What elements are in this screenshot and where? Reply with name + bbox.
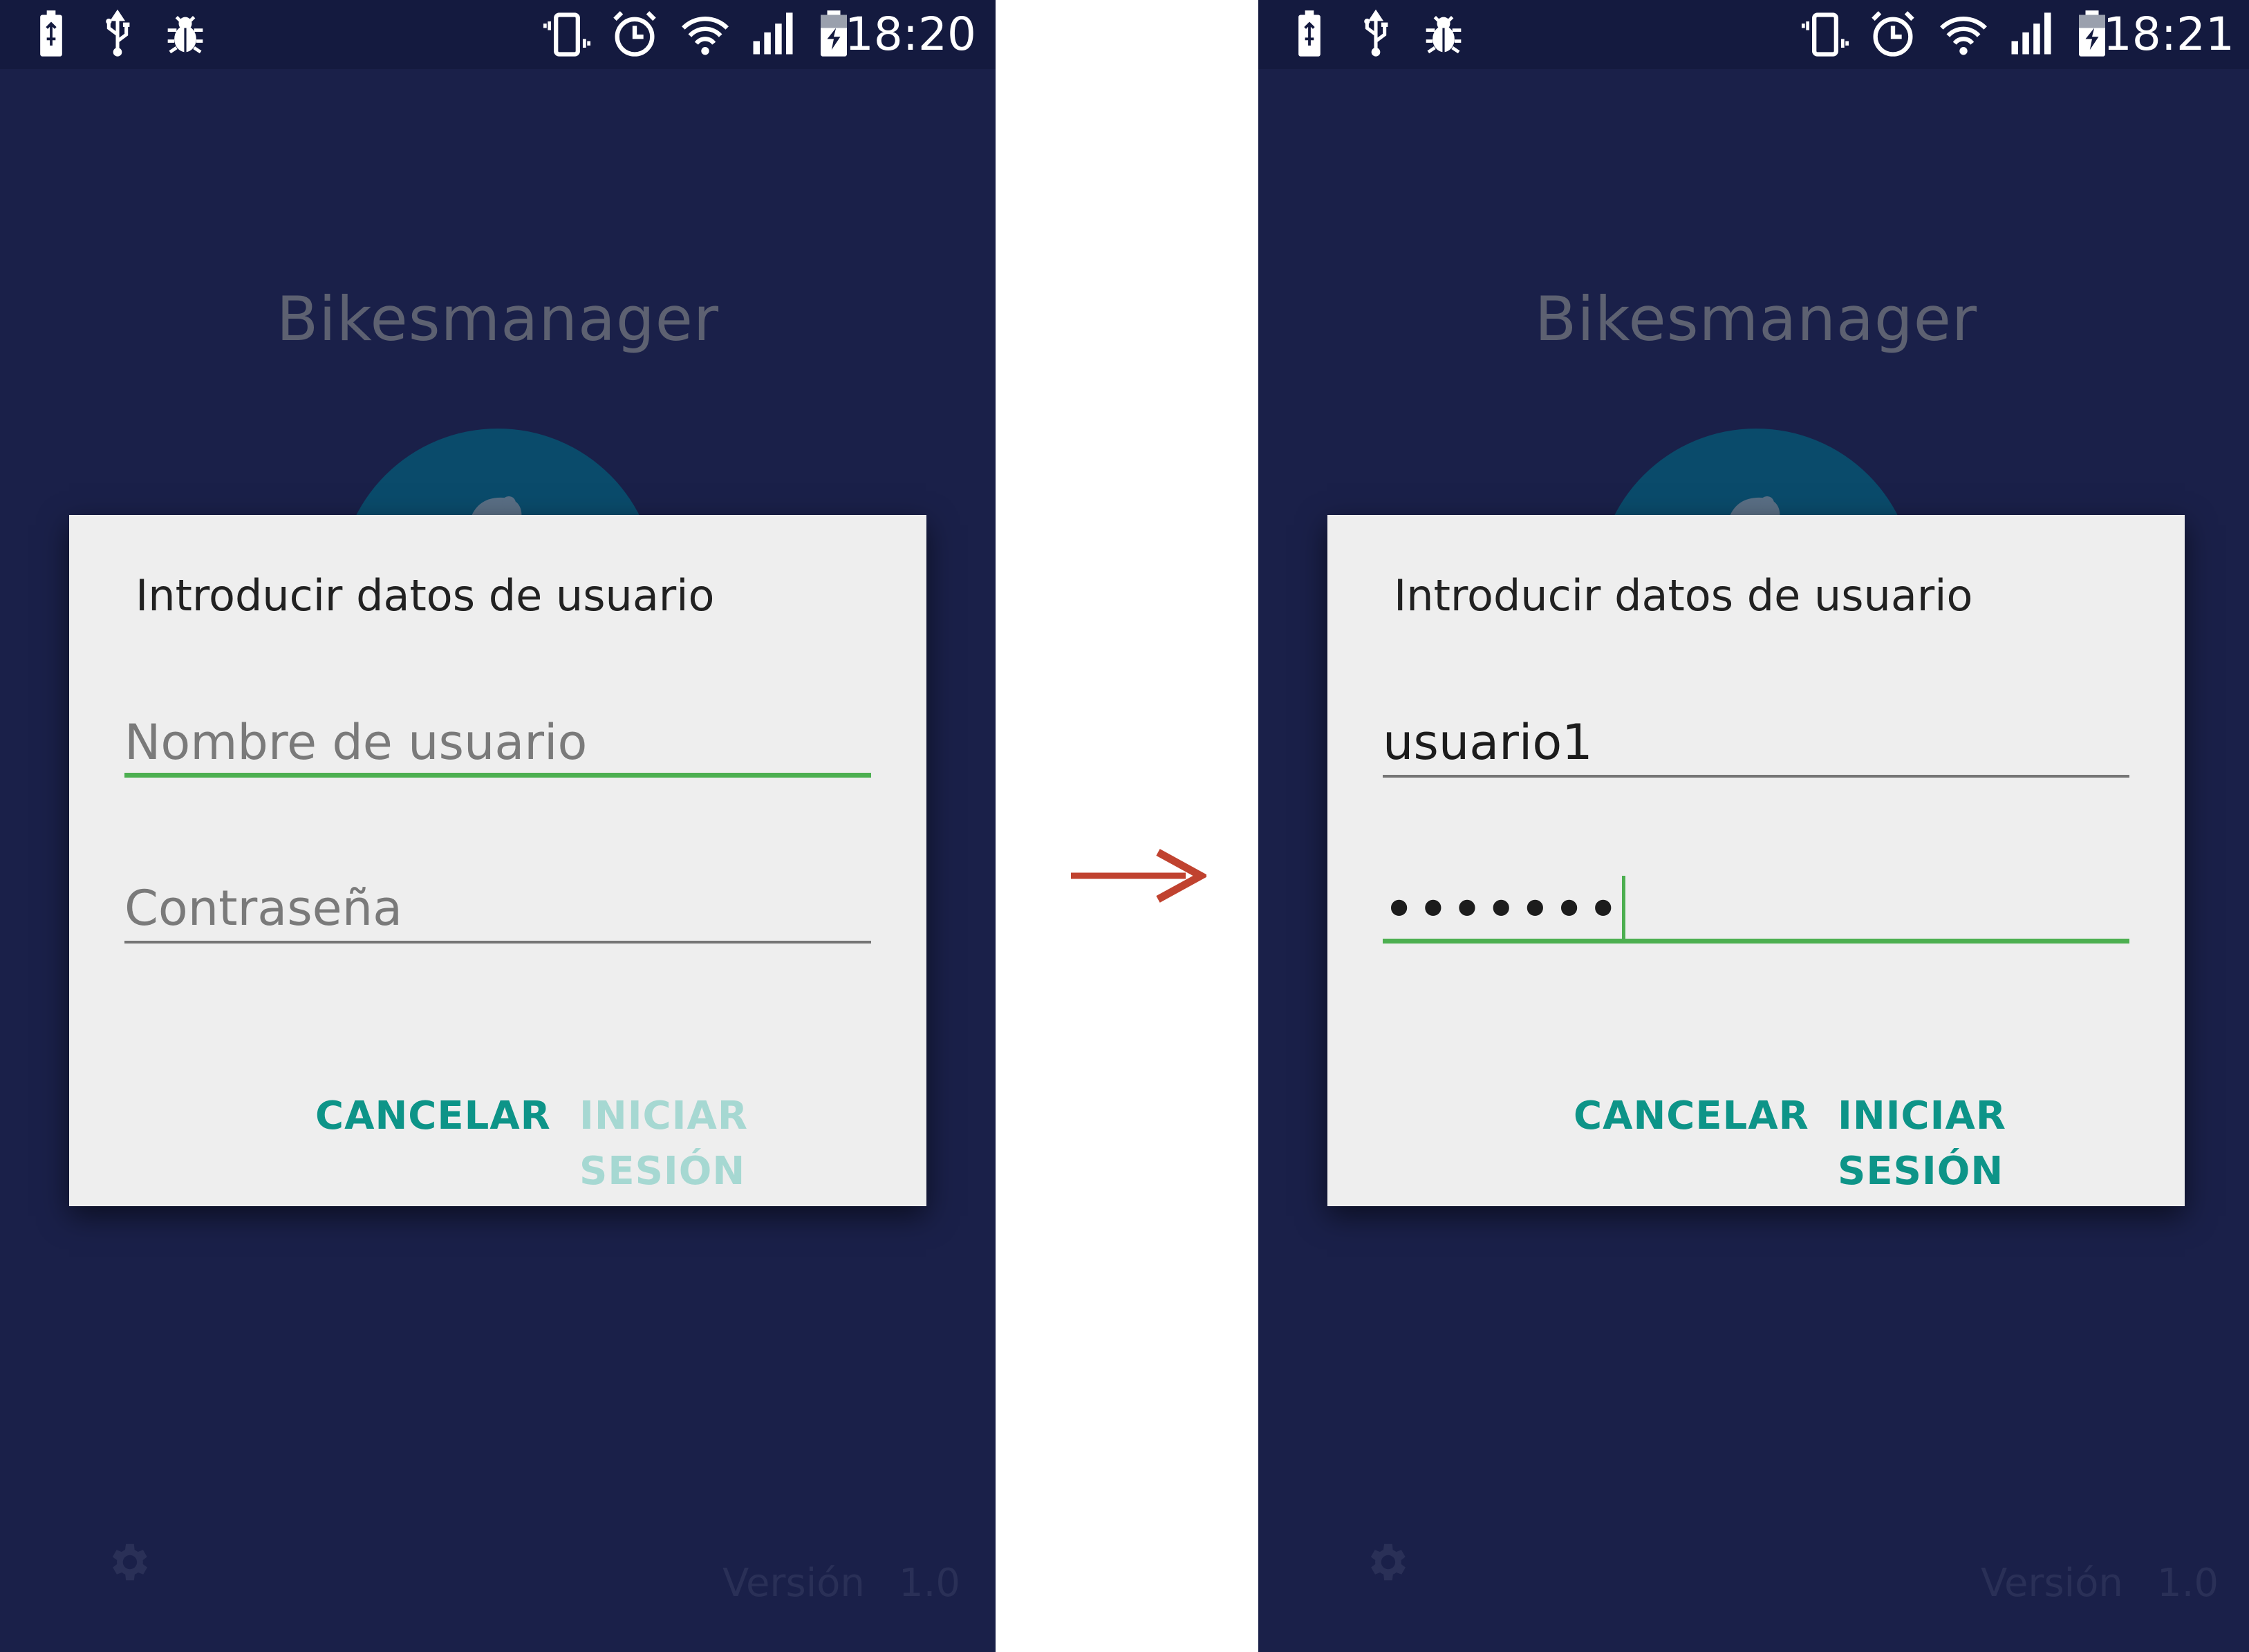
alarm-icon [1867,8,1919,61]
username-field[interactable]: Nombre de usuario [124,708,871,778]
password-placeholder: Contraseña [124,880,402,937]
login-button[interactable]: INICIAR SESIÓN [579,1089,926,1194]
status-bar: 18:21 [1258,0,2249,69]
login-button[interactable]: INICIAR SESIÓN [1838,1089,2185,1194]
alarm-icon [608,8,661,61]
transition-arrow-icon [1068,847,1206,905]
usb-icon [1350,8,1402,61]
password-value: ••••••• [1383,876,1621,941]
cancel-button[interactable]: CANCELAR [1574,1089,1809,1144]
status-time: 18:20 [844,8,976,61]
signal-icon [747,8,799,61]
phone-screen-before: 18:20 Bikesmanager Introducir datos de u… [0,0,996,1652]
username-field[interactable]: usuario1 [1383,708,2129,778]
password-field[interactable]: Contraseña [124,874,871,944]
phone-screen-after: 18:21 Bikesmanager Introducir datos de u… [1258,0,2249,1652]
dialog-title: Introducir datos de usuario [136,570,715,621]
login-dialog: Introducir datos de usuario Nombre de us… [69,515,926,1206]
signal-icon [2005,8,2057,61]
app-title: Bikesmanager [276,283,720,355]
wifi-icon [1937,8,1990,61]
version-label: Versión [1981,1561,2123,1606]
username-value: usuario1 [1383,714,1593,771]
login-dialog: Introducir datos de usuario usuario1 •••… [1327,515,2185,1206]
battery-usb-icon [1283,8,1336,61]
username-placeholder: Nombre de usuario [124,714,588,771]
debug-bug-icon [1417,8,1470,61]
app-title: Bikesmanager [1534,283,1978,355]
debug-bug-icon [159,8,212,61]
usb-icon [91,8,144,61]
status-time: 18:21 [2102,8,2234,61]
gear-icon[interactable] [104,1538,152,1586]
version-label: Versión [722,1561,865,1606]
version-number: 1.0 [2157,1561,2219,1606]
text-cursor [1622,876,1626,942]
cancel-button[interactable]: CANCELAR [315,1089,551,1144]
dialog-title: Introducir datos de usuario [1394,570,1973,621]
password-field[interactable]: ••••••• [1383,874,2129,944]
status-bar: 18:20 [0,0,996,69]
vibrate-icon [541,8,593,61]
vibrate-icon [1799,8,1851,61]
wifi-icon [679,8,731,61]
gear-icon[interactable] [1362,1538,1410,1586]
battery-usb-icon [25,8,77,61]
version-number: 1.0 [899,1561,961,1606]
